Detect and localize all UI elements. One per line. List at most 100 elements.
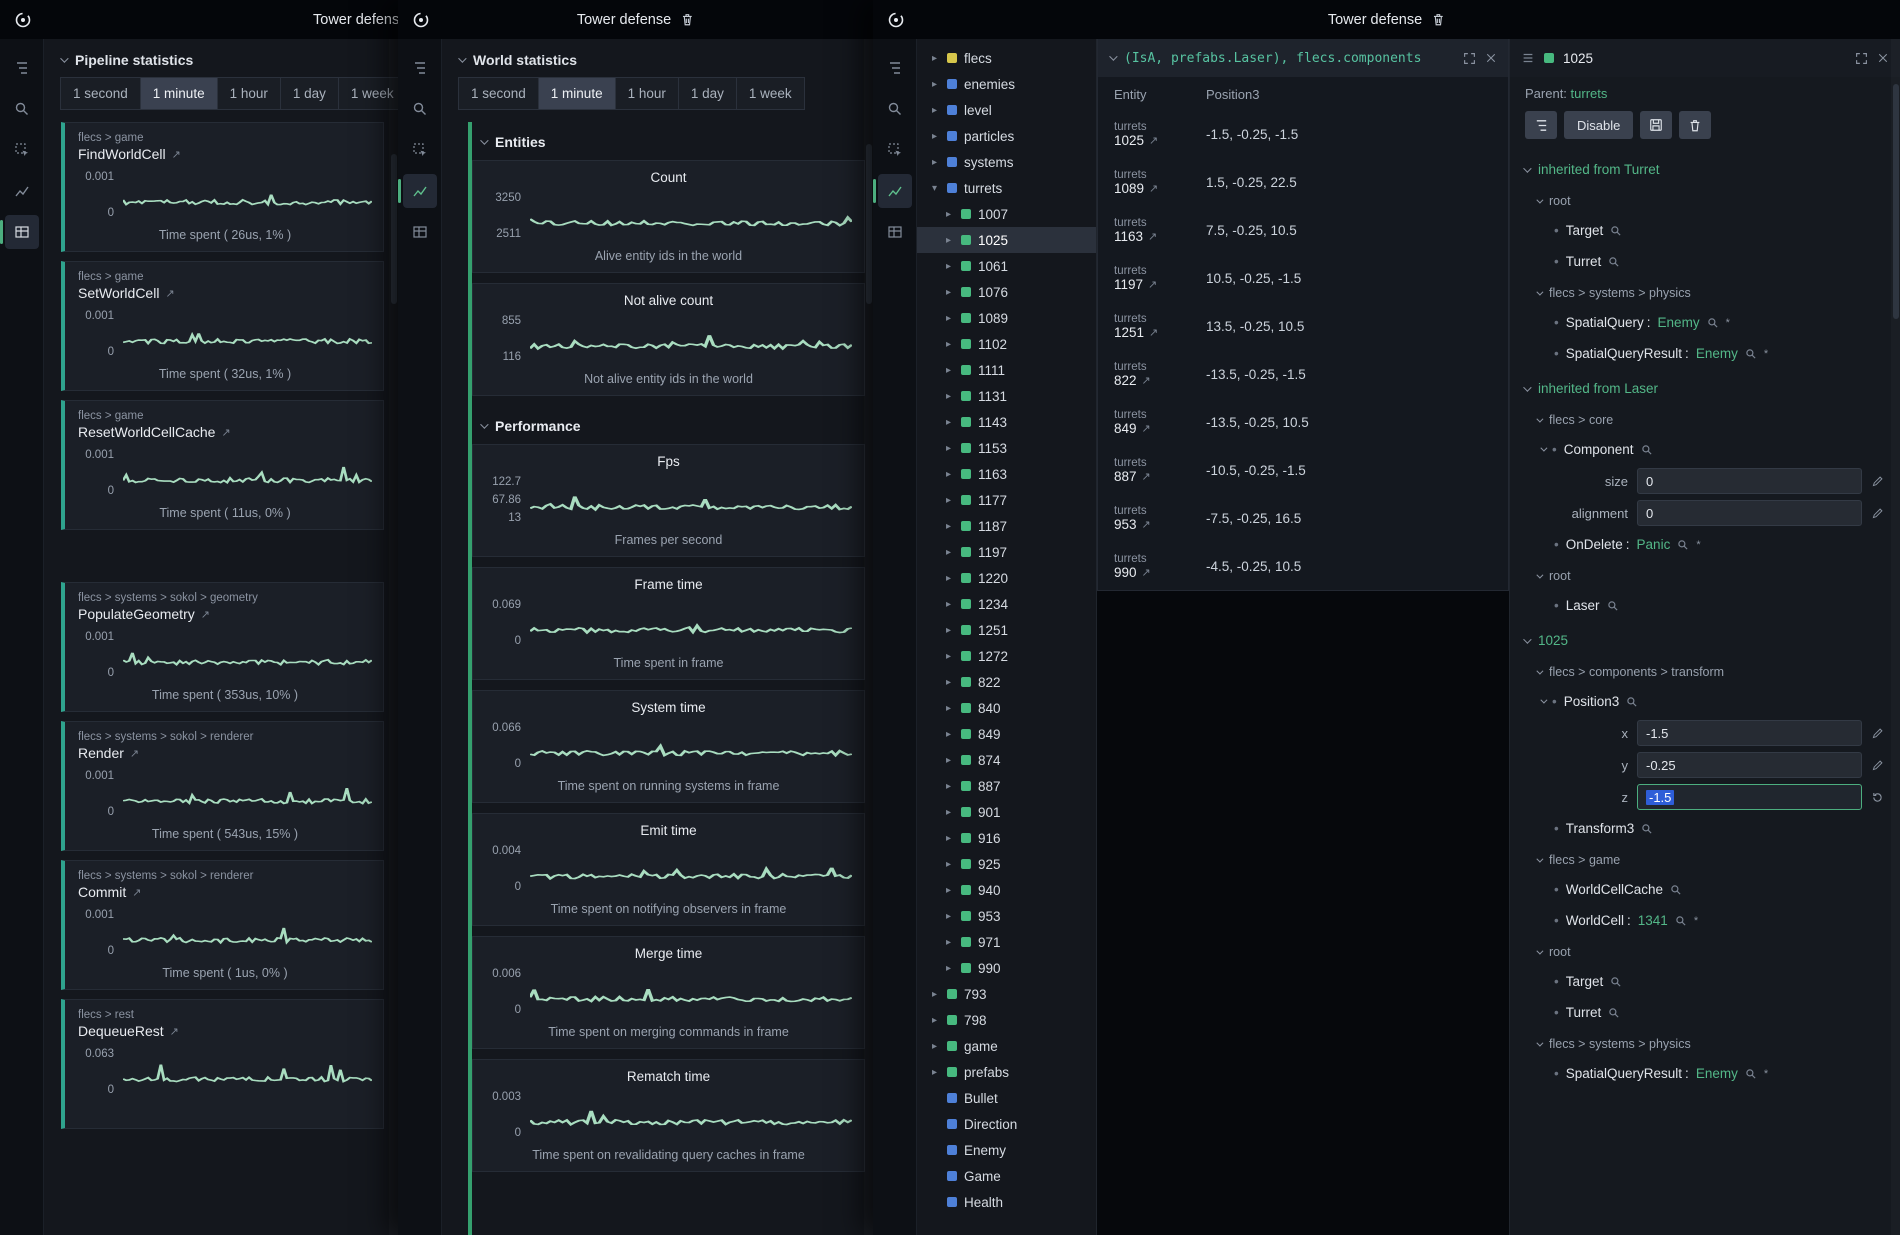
pair-value-link[interactable]: Panic bbox=[1637, 537, 1671, 552]
panel-header[interactable]: Pipeline statistics bbox=[44, 39, 398, 77]
expand-arrow-icon[interactable]: ▸ bbox=[943, 547, 954, 558]
search-icon[interactable] bbox=[1607, 600, 1619, 612]
expand-arrow-icon[interactable]: ▸ bbox=[943, 703, 954, 714]
expand-arrow-icon[interactable]: ▸ bbox=[943, 859, 954, 870]
tree-item[interactable]: ▸ 1251 bbox=[917, 617, 1096, 643]
expand-arrow-icon[interactable]: ▸ bbox=[929, 1067, 940, 1078]
query-result-row[interactable]: turrets 1089↗ 1.5, -0.25, 22.5 bbox=[1098, 158, 1508, 206]
scope-group-header[interactable]: flecs > systems > physics bbox=[1510, 1028, 1900, 1058]
entity-id-link[interactable]: 1251 bbox=[1114, 325, 1144, 340]
expand-arrow-icon[interactable]: ▸ bbox=[943, 209, 954, 220]
tree-item[interactable]: ▸ 1177 bbox=[917, 487, 1096, 513]
inspector-section-header[interactable]: 1025 bbox=[1510, 621, 1900, 656]
entity-id-link[interactable]: 1197 bbox=[1114, 277, 1143, 292]
expand-arrow-icon[interactable]: ▸ bbox=[943, 599, 954, 610]
component-row[interactable]: • Transform3 bbox=[1510, 813, 1900, 844]
pair-row[interactable]: • WorldCell : 1341 * bbox=[1510, 905, 1900, 936]
search-icon[interactable] bbox=[1707, 317, 1719, 329]
tree-item[interactable]: ▸ 1111 bbox=[917, 357, 1096, 383]
search-icon[interactable] bbox=[1675, 915, 1687, 927]
tree-item[interactable]: ▸ 1061 bbox=[917, 253, 1096, 279]
expand-arrow-icon[interactable]: ▸ bbox=[943, 729, 954, 740]
search-icon[interactable] bbox=[1670, 884, 1682, 896]
expand-arrow-icon[interactable]: ▸ bbox=[929, 79, 940, 90]
expand-arrow-icon[interactable]: ▸ bbox=[943, 807, 954, 818]
scope-group-header[interactable]: flecs > components > transform bbox=[1510, 656, 1900, 686]
tree-item[interactable]: ▸ 990 bbox=[917, 955, 1096, 981]
trash-icon[interactable] bbox=[680, 12, 694, 27]
stats-section-header[interactable]: Performance bbox=[472, 406, 865, 444]
tree-item[interactable]: Game bbox=[917, 1163, 1096, 1189]
edit-icon[interactable] bbox=[1871, 759, 1888, 772]
search-icon[interactable] bbox=[1608, 1007, 1620, 1019]
search-icon[interactable] bbox=[1610, 225, 1622, 237]
tree-item[interactable]: ▸ 971 bbox=[917, 929, 1096, 955]
external-link-icon[interactable]: ↗ bbox=[1149, 134, 1158, 147]
stats-section-header[interactable]: Entities bbox=[472, 122, 865, 160]
tree-item[interactable]: ▸ 1007 bbox=[917, 201, 1096, 227]
time-range-tab[interactable]: 1 day bbox=[280, 77, 339, 110]
tree-item[interactable]: ▾ turrets bbox=[917, 175, 1096, 201]
expand-arrow-icon[interactable]: ▸ bbox=[943, 625, 954, 636]
expand-arrow-icon[interactable]: ▸ bbox=[943, 651, 954, 662]
query-result-row[interactable]: turrets 887↗ -10.5, -0.25, -1.5 bbox=[1098, 446, 1508, 494]
external-link-icon[interactable]: ↗ bbox=[165, 287, 174, 300]
expand-arrow-icon[interactable]: ▸ bbox=[943, 235, 954, 246]
entity-id-link[interactable]: 822 bbox=[1114, 373, 1137, 388]
time-range-tab[interactable]: 1 day bbox=[678, 77, 737, 110]
query-result-row[interactable]: turrets 1163↗ 7.5, -0.25, 10.5 bbox=[1098, 206, 1508, 254]
external-link-icon[interactable]: ↗ bbox=[221, 426, 230, 439]
search-icon[interactable] bbox=[403, 92, 437, 126]
tree-item[interactable]: Health bbox=[917, 1189, 1096, 1215]
search-icon[interactable] bbox=[1641, 444, 1653, 456]
entity-id-link[interactable]: 990 bbox=[1114, 565, 1137, 580]
expand-arrow-icon[interactable]: ▸ bbox=[929, 989, 940, 1000]
field-value-input[interactable]: -1.5 bbox=[1637, 784, 1862, 810]
query-result-row[interactable]: turrets 1197↗ 10.5, -0.25, -1.5 bbox=[1098, 254, 1508, 302]
external-link-icon[interactable]: ↗ bbox=[172, 148, 181, 161]
tree-item[interactable]: ▸ 1272 bbox=[917, 643, 1096, 669]
scope-group-header[interactable]: flecs > core bbox=[1510, 404, 1900, 434]
expand-arrow-icon[interactable]: ▸ bbox=[943, 391, 954, 402]
search-icon[interactable] bbox=[5, 92, 39, 126]
tree-icon[interactable] bbox=[5, 51, 39, 85]
pair-value-link[interactable]: Enemy bbox=[1658, 315, 1700, 330]
tree-item[interactable]: ▸ 916 bbox=[917, 825, 1096, 851]
query-result-row[interactable]: turrets 1025↗ -1.5, -0.25, -1.5 bbox=[1098, 110, 1508, 158]
scope-group-header[interactable]: root bbox=[1510, 185, 1900, 215]
expand-arrow-icon[interactable]: ▸ bbox=[943, 885, 954, 896]
tree-icon[interactable] bbox=[403, 51, 437, 85]
tree-item[interactable]: ▸ 1143 bbox=[917, 409, 1096, 435]
edit-icon[interactable] bbox=[1871, 475, 1888, 488]
component-row[interactable]: • WorldCellCache bbox=[1510, 874, 1900, 905]
panel-header[interactable]: World statistics bbox=[442, 39, 873, 77]
tree-item[interactable]: ▸ 793 bbox=[917, 981, 1096, 1007]
tree-item[interactable]: ▸ 1234 bbox=[917, 591, 1096, 617]
tree-item[interactable]: ▸ systems bbox=[917, 149, 1096, 175]
time-range-tab[interactable]: 1 second bbox=[60, 77, 141, 110]
pair-value-link[interactable]: 1341 bbox=[1638, 913, 1668, 928]
select-icon[interactable] bbox=[878, 133, 912, 167]
external-link-icon[interactable]: ↗ bbox=[1142, 374, 1151, 387]
pair-row[interactable]: • SpatialQueryResult : Enemy * bbox=[1510, 1058, 1900, 1089]
expand-arrow-icon[interactable]: ▸ bbox=[943, 963, 954, 974]
entity-id-link[interactable]: 953 bbox=[1114, 517, 1137, 532]
tree-item[interactable]: ▸ 1089 bbox=[917, 305, 1096, 331]
system-link[interactable]: PopulateGeometry bbox=[78, 606, 195, 622]
field-value-input[interactable]: 0 bbox=[1637, 500, 1862, 526]
expand-arrow-icon[interactable]: ▸ bbox=[943, 261, 954, 272]
entity-id-link[interactable]: 1163 bbox=[1114, 229, 1143, 244]
trash-icon[interactable] bbox=[1431, 12, 1445, 27]
system-link[interactable]: ResetWorldCellCache bbox=[78, 424, 215, 440]
chart-icon[interactable] bbox=[403, 174, 437, 208]
expand-arrow-icon[interactable]: ▸ bbox=[943, 937, 954, 948]
expand-arrow-icon[interactable]: ▸ bbox=[943, 417, 954, 428]
grid-icon[interactable] bbox=[5, 215, 39, 249]
component-row[interactable]: • Laser bbox=[1510, 590, 1900, 621]
component-row[interactable]: • Turret bbox=[1510, 246, 1900, 277]
query-result-row[interactable]: turrets 1251↗ 13.5, -0.25, 10.5 bbox=[1098, 302, 1508, 350]
external-link-icon[interactable]: ↗ bbox=[170, 1025, 179, 1038]
tree-item[interactable]: ▸ level bbox=[917, 97, 1096, 123]
time-range-tab[interactable]: 1 minute bbox=[140, 77, 218, 110]
select-icon[interactable] bbox=[5, 133, 39, 167]
